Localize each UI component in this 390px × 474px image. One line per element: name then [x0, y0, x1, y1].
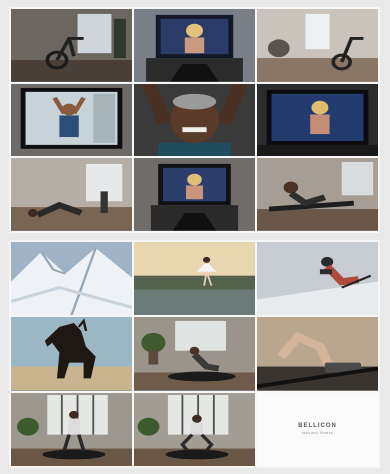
- tile-skier-jumping: [257, 242, 378, 316]
- skier-jumping-icon: [257, 242, 378, 316]
- tile-ballerina-at-pool: [134, 242, 255, 316]
- woman-on-trampoline-plant-room-icon: [134, 317, 255, 391]
- tile-screen-blonde-instructor-dark: [257, 83, 378, 157]
- tile-bike-living-room: [11, 9, 132, 82]
- brand-tagline: rebound fitness: [301, 431, 334, 436]
- tile-man-squat: [134, 392, 255, 466]
- tile-screen-blonde-instructor: [134, 9, 255, 82]
- snowy-mountains-icon: [11, 242, 132, 316]
- man-squat-on-trampoline-icon: [134, 392, 255, 466]
- tile-snowy-mountains: [11, 242, 132, 316]
- man-on-trampoline-windows-icon: [11, 392, 132, 466]
- tile-man-rowing: [257, 158, 378, 231]
- screen-instructor-arms-up-icon: [11, 83, 132, 157]
- storyboard-bottom: BELLICON rebound fitness: [9, 240, 380, 468]
- person-stretching-on-floor-icon: [11, 158, 132, 231]
- tile-person-stretching: [11, 158, 132, 231]
- tile-trampoline-feet: [257, 317, 378, 391]
- bikes-in-bright-room-icon: [257, 9, 378, 82]
- tile-man-on-trampoline: [11, 392, 132, 466]
- rearing-horse-silhouette-icon: [11, 317, 132, 391]
- screen-blonde-instructor-dark-icon: [257, 83, 378, 157]
- brand-name: BELLICON: [298, 423, 337, 430]
- screen-blonde-instructor-close-icon: [134, 158, 255, 231]
- smiling-man-workout-icon: [134, 83, 255, 157]
- ballerina-at-pool-icon: [134, 242, 255, 316]
- tile-bikes-bright-room: [257, 9, 378, 82]
- man-rowing-icon: [257, 158, 378, 231]
- bike-in-living-room-icon: [11, 9, 132, 82]
- storyboard-top: [9, 7, 380, 233]
- screen-blonde-instructor-icon: [134, 9, 255, 82]
- trampoline-feet-closeup-icon: [257, 317, 378, 391]
- tile-woman-on-trampoline: [134, 317, 255, 391]
- tile-brand-card: BELLICON rebound fitness: [257, 392, 378, 466]
- tile-rearing-horse: [11, 317, 132, 391]
- tile-screen-blonde-instructor-close: [134, 158, 255, 231]
- tile-screen-instructor-arms-up: [11, 83, 132, 157]
- tile-smiling-man-workout: [134, 83, 255, 157]
